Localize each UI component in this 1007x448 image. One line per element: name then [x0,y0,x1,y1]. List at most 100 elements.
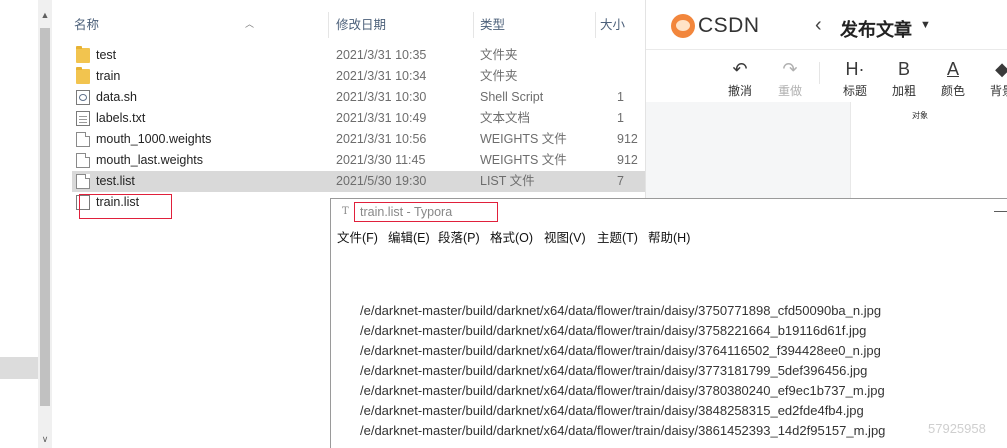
chevron-left-icon[interactable]: ‹ [815,14,822,37]
file-type: WEIGHTS 文件 [480,132,567,146]
column-header-size[interactable]: 大小 [596,12,645,38]
menu-edit[interactable]: 编辑(E) [388,227,430,249]
file-size: 7 [617,174,624,188]
navigation-pane[interactable] [0,0,39,448]
font-color-icon: A [946,59,959,79]
file-type: 文件夹 [480,69,518,83]
file-type: LIST 文件 [480,174,535,188]
editor-canvas[interactable] [850,102,1007,198]
navigation-selected-item[interactable] [0,357,38,379]
column-headers: 名称 ︿ 修改日期 类型 大小 [52,12,645,38]
document-line[interactable]: /e/darknet-master/build/darknet/x64/data… [360,343,881,358]
menu-paragraph[interactable]: 段落(P) [438,227,480,249]
publish-article-title[interactable]: 发布文章 [840,16,912,42]
text-file-icon [76,111,90,126]
editor-content-text: 对象 [912,111,928,120]
file-icon [76,153,90,168]
file-type: WEIGHTS 文件 [480,153,567,167]
column-divider[interactable] [328,12,329,38]
csdn-logo-face [676,20,690,31]
file-row[interactable]: data.sh 2021/3/31 10:30 Shell Script 1 [72,87,645,108]
redo-icon: ↷ [782,59,798,79]
file-date: 2021/3/31 10:30 [336,90,427,104]
file-row-selected[interactable]: test.list 2021/5/30 19:30 LIST 文件 7 [72,171,645,192]
file-date: 2021/3/31 10:49 [336,111,427,125]
file-name: mouth_1000.weights [96,132,212,146]
shell-script-icon [76,90,90,105]
file-icon [76,174,90,189]
document-line[interactable]: /e/darknet-master/build/darknet/x64/data… [360,323,866,338]
font-color-button[interactable]: A 颜色 [933,57,973,99]
bold-button[interactable]: B 加粗 [884,57,924,99]
toolbar-label: 颜色 [940,84,965,98]
menu-view[interactable]: 视图(V) [544,227,586,249]
file-date: 2021/3/31 10:35 [336,48,427,62]
document-line[interactable]: /e/darknet-master/build/darknet/x64/data… [360,383,885,398]
caret-down-icon[interactable]: ▼ [920,19,931,31]
document-line[interactable]: /e/darknet-master/build/darknet/x64/data… [360,403,864,418]
file-name: data.sh [96,90,138,104]
file-icon [76,132,90,147]
minimize-icon[interactable]: — [994,203,1007,218]
csdn-wordmark[interactable]: CSDN [698,14,760,38]
file-date: 2021/3/30 11:45 [336,153,426,167]
column-divider[interactable] [473,12,474,38]
undo-button[interactable]: ↶ 撤消 [720,57,760,99]
menu-help[interactable]: 帮助(H) [648,227,690,249]
file-row[interactable]: mouth_1000.weights 2021/3/31 10:56 WEIGH… [72,129,645,150]
column-header-date[interactable]: 修改日期 [332,12,472,38]
folder-icon [76,67,90,84]
highlight-icon: ◆ [995,59,1007,79]
typora-app-icon: T [342,206,349,217]
file-name: train [96,69,121,83]
document-line[interactable]: /e/darknet-master/build/darknet/x64/data… [360,423,885,438]
scrollbar-thumb[interactable] [40,28,50,406]
toolbar-divider [819,62,820,84]
menu-file[interactable]: 文件(F) [337,227,378,249]
highlight-box-train-list [79,194,172,219]
file-row[interactable]: train 2021/3/31 10:34 文件夹 [72,66,645,87]
menu-bar: 文件(F) 编辑(E) 段落(P) 格式(O) 视图(V) 主题(T) 帮助(H… [331,227,1007,249]
toolbar-label: 撤消 [727,84,752,98]
redo-button[interactable]: ↷ 重做 [770,57,810,99]
scroll-up-arrow-icon[interactable]: ▲ [38,10,52,20]
toolbar-label: 标题 [842,84,867,98]
file-date: 2021/3/31 10:34 [336,69,427,83]
header-divider [646,49,1007,50]
watermark-text: 57925958 [928,421,986,436]
file-size: 1 [617,90,624,104]
file-type: 文件夹 [480,48,518,62]
menu-theme[interactable]: 主题(T) [597,227,638,249]
file-date: 2021/3/31 10:56 [336,132,427,146]
heading-button[interactable]: H· 标题 [835,57,875,99]
document-line[interactable]: /e/darknet-master/build/darknet/x64/data… [360,363,867,378]
editor-background [646,102,850,198]
file-name: mouth_last.weights [96,153,204,167]
undo-icon: ↶ [732,59,748,79]
menu-format[interactable]: 格式(O) [490,227,533,249]
scroll-down-arrow-icon[interactable]: ∨ [38,434,52,445]
file-name: test [96,48,117,62]
file-type: 文本文档 [480,111,531,125]
toolbar-label: 背景 [989,84,1007,98]
sort-ascending-icon: ︿ [245,19,255,29]
toolbar-label: 重做 [777,84,802,98]
file-name: labels.txt [96,111,146,125]
file-type: Shell Script [480,90,544,104]
toolbar-label: 加粗 [891,84,916,98]
file-row[interactable]: labels.txt 2021/3/31 10:49 文本文档 1 [72,108,645,129]
document-line[interactable]: /e/darknet-master/build/darknet/x64/data… [360,303,881,318]
background-color-button[interactable]: ◆ 背景 [982,57,1007,99]
file-row[interactable]: test 2021/3/31 10:35 文件夹 [72,45,645,66]
file-name: test.list [96,174,135,188]
file-size: 912 [617,153,638,167]
file-date: 2021/5/30 19:30 [336,174,427,188]
file-row[interactable]: mouth_last.weights 2021/3/30 11:45 WEIGH… [72,150,645,171]
heading-icon: H· [845,59,865,79]
highlight-box-window-title [354,202,498,222]
folder-icon [76,46,90,63]
file-size: 1 [617,111,624,125]
column-header-type[interactable]: 类型 [476,12,596,38]
file-size: 912 [617,132,638,146]
column-header-name[interactable]: 名称 [70,12,328,38]
